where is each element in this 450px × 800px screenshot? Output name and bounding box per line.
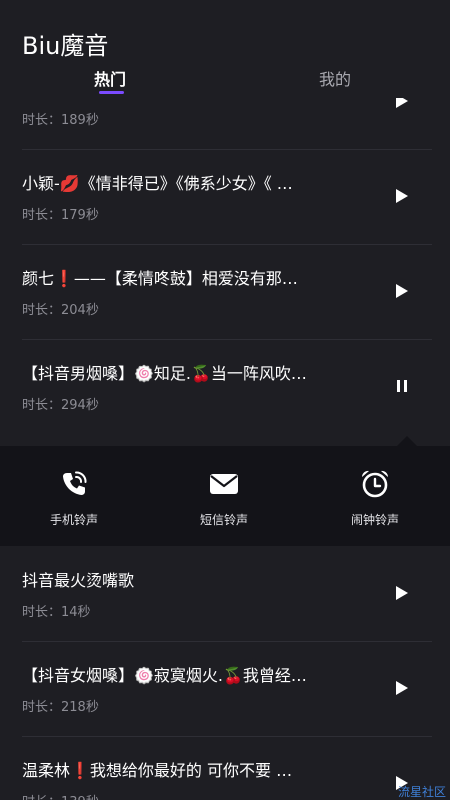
watermark: 流星社区 [397, 785, 446, 799]
song-row[interactable]: 【抖音女烟嗓】🍥寂寞烟火.🍒我曾经… 时长：218秒 [0, 642, 450, 737]
active-tab-indicator [99, 91, 124, 94]
play-icon [396, 284, 408, 298]
alarm-clock-icon [359, 468, 391, 500]
play-icon [396, 586, 408, 600]
song-duration: 时长：14秒 [22, 605, 91, 620]
alarm-ringtone-label: 闹钟铃声 [350, 513, 399, 527]
ringtone-panel: 手机铃声 短信铃声 闹钟铃声 [0, 446, 450, 546]
play-icon [396, 681, 408, 695]
sms-ringtone-label: 短信铃声 [199, 513, 248, 527]
tab-hot[interactable]: 热门 [94, 66, 126, 90]
song-row[interactable]: 颜七❗——【柔情咚鼓】相爱没有那… 时长：204秒 [0, 245, 450, 340]
tab-mine[interactable]: 我的 [319, 66, 351, 90]
song-title: 【抖音女烟嗓】🍥寂寞烟火.🍒我曾经… [22, 666, 307, 685]
song-duration: 时长：179秒 [22, 208, 99, 223]
pause-icon [397, 380, 407, 392]
play-button[interactable] [394, 584, 410, 602]
song-title: 【抖音男烟嗓】🍥知足.🍒当一阵风吹… [22, 364, 307, 383]
song-title: 抖音最火烫嘴歌 [22, 571, 135, 590]
song-duration: 时长：204秒 [22, 303, 99, 318]
song-duration: 时长：294秒 [22, 398, 99, 413]
song-duration: 时长：139秒 [22, 791, 99, 800]
set-sms-ringtone-button[interactable]: 短信铃声 [159, 446, 289, 546]
envelope-icon [208, 468, 240, 500]
song-title: 颜七❗——【柔情咚鼓】相爱没有那… [22, 269, 298, 288]
set-alarm-ringtone-button[interactable]: 闹钟铃声 [310, 446, 440, 546]
set-phone-ringtone-button[interactable]: 手机铃声 [9, 446, 139, 546]
play-icon [396, 189, 408, 203]
panel-caret [397, 436, 417, 446]
song-row[interactable]: 抖音最火烫嘴歌 时长：14秒 [0, 547, 450, 642]
song-title: 温柔林❗我想给你最好的 可你不要 … [22, 761, 293, 780]
phone-ring-icon [58, 468, 90, 500]
app-title: Biu魔音 [22, 32, 109, 60]
phone-ringtone-label: 手机铃声 [49, 513, 98, 527]
song-duration: 时长：189秒 [22, 113, 99, 128]
app-screen: 时长：189秒 小颖-💋《情非得已》《佛系少女》《 … 时长：179秒 颜七❗—… [0, 0, 450, 800]
song-row[interactable]: 温柔林❗我想给你最好的 可你不要 … 时长：139秒 [0, 737, 450, 800]
pause-button[interactable] [394, 377, 410, 395]
play-button[interactable] [394, 187, 410, 205]
song-title: 小颖-💋《情非得已》《佛系少女》《 … [22, 174, 293, 193]
song-row-playing[interactable]: 【抖音男烟嗓】🍥知足.🍒当一阵风吹… 时长：294秒 [0, 340, 450, 435]
app-header: Biu魔音 热门 我的 [0, 0, 450, 98]
play-button[interactable] [394, 282, 410, 300]
play-button[interactable] [394, 679, 410, 697]
song-row[interactable]: 小颖-💋《情非得已》《佛系少女》《 … 时长：179秒 [0, 150, 450, 245]
song-duration: 时长：218秒 [22, 700, 99, 715]
